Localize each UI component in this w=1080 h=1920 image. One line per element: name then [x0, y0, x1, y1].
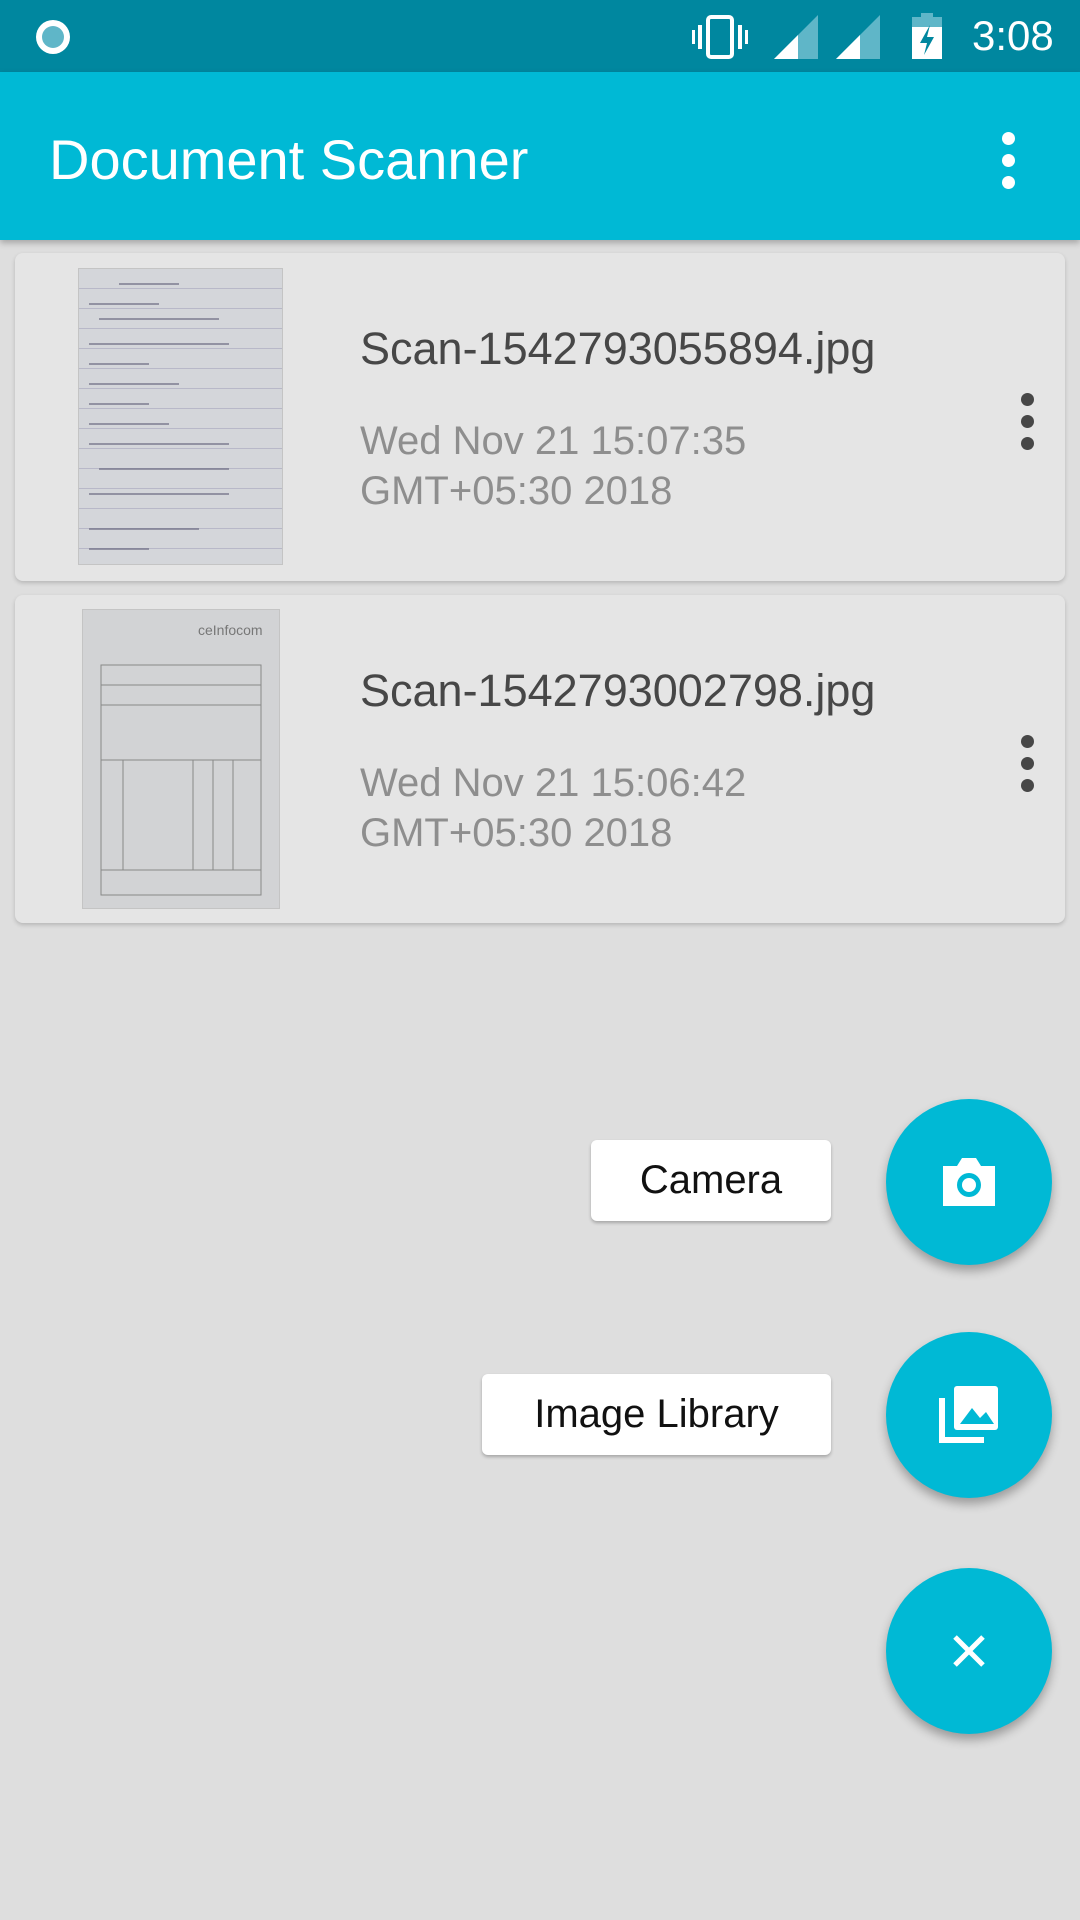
- scan-file-name: Scan-1542793055894.jpg: [360, 323, 876, 374]
- app-notification-icon: [36, 20, 70, 54]
- scan-thumbnail: ceInfocom: [82, 609, 280, 909]
- vibrate-icon: [692, 15, 748, 59]
- scan-date-timezone: GMT+05:30 2018: [360, 811, 673, 855]
- thumbnail-logo-text: ceInfocom: [198, 622, 263, 638]
- camera-label[interactable]: Camera: [591, 1140, 831, 1221]
- scan-thumbnail: [78, 268, 283, 565]
- image-library-label[interactable]: Image Library: [482, 1374, 831, 1455]
- scan-list-item[interactable]: ceInfocom Scan-1542793002798.jpg Wed Nov…: [15, 595, 1065, 923]
- battery-charging-icon: [912, 13, 942, 59]
- signal-icon: [774, 15, 818, 59]
- scan-date: Wed Nov 21 15:06:42: [360, 761, 747, 805]
- page-title: Document Scanner: [49, 128, 529, 191]
- status-bar: 3:08: [0, 0, 1080, 72]
- signal-icon: [836, 15, 880, 59]
- image-library-button[interactable]: [886, 1332, 1052, 1498]
- scan-date: Wed Nov 21 15:07:35: [360, 419, 747, 463]
- scan-date-timezone: GMT+05:30 2018: [360, 469, 673, 513]
- scan-file-name: Scan-1542793002798.jpg: [360, 665, 876, 716]
- close-fab-menu-button[interactable]: [886, 1568, 1052, 1734]
- scan-list-item[interactable]: Scan-1542793055894.jpg Wed Nov 21 15:07:…: [15, 253, 1065, 581]
- close-icon: [953, 1635, 985, 1667]
- clock: 3:08: [972, 12, 1054, 59]
- camera-icon: [943, 1158, 995, 1206]
- camera-button[interactable]: [886, 1099, 1052, 1265]
- item-more-icon[interactable]: [1021, 393, 1035, 459]
- app-bar: Document Scanner: [0, 72, 1080, 240]
- more-vert-icon[interactable]: [994, 132, 1022, 189]
- item-more-icon[interactable]: [1021, 735, 1035, 801]
- photo-library-icon: [939, 1386, 998, 1443]
